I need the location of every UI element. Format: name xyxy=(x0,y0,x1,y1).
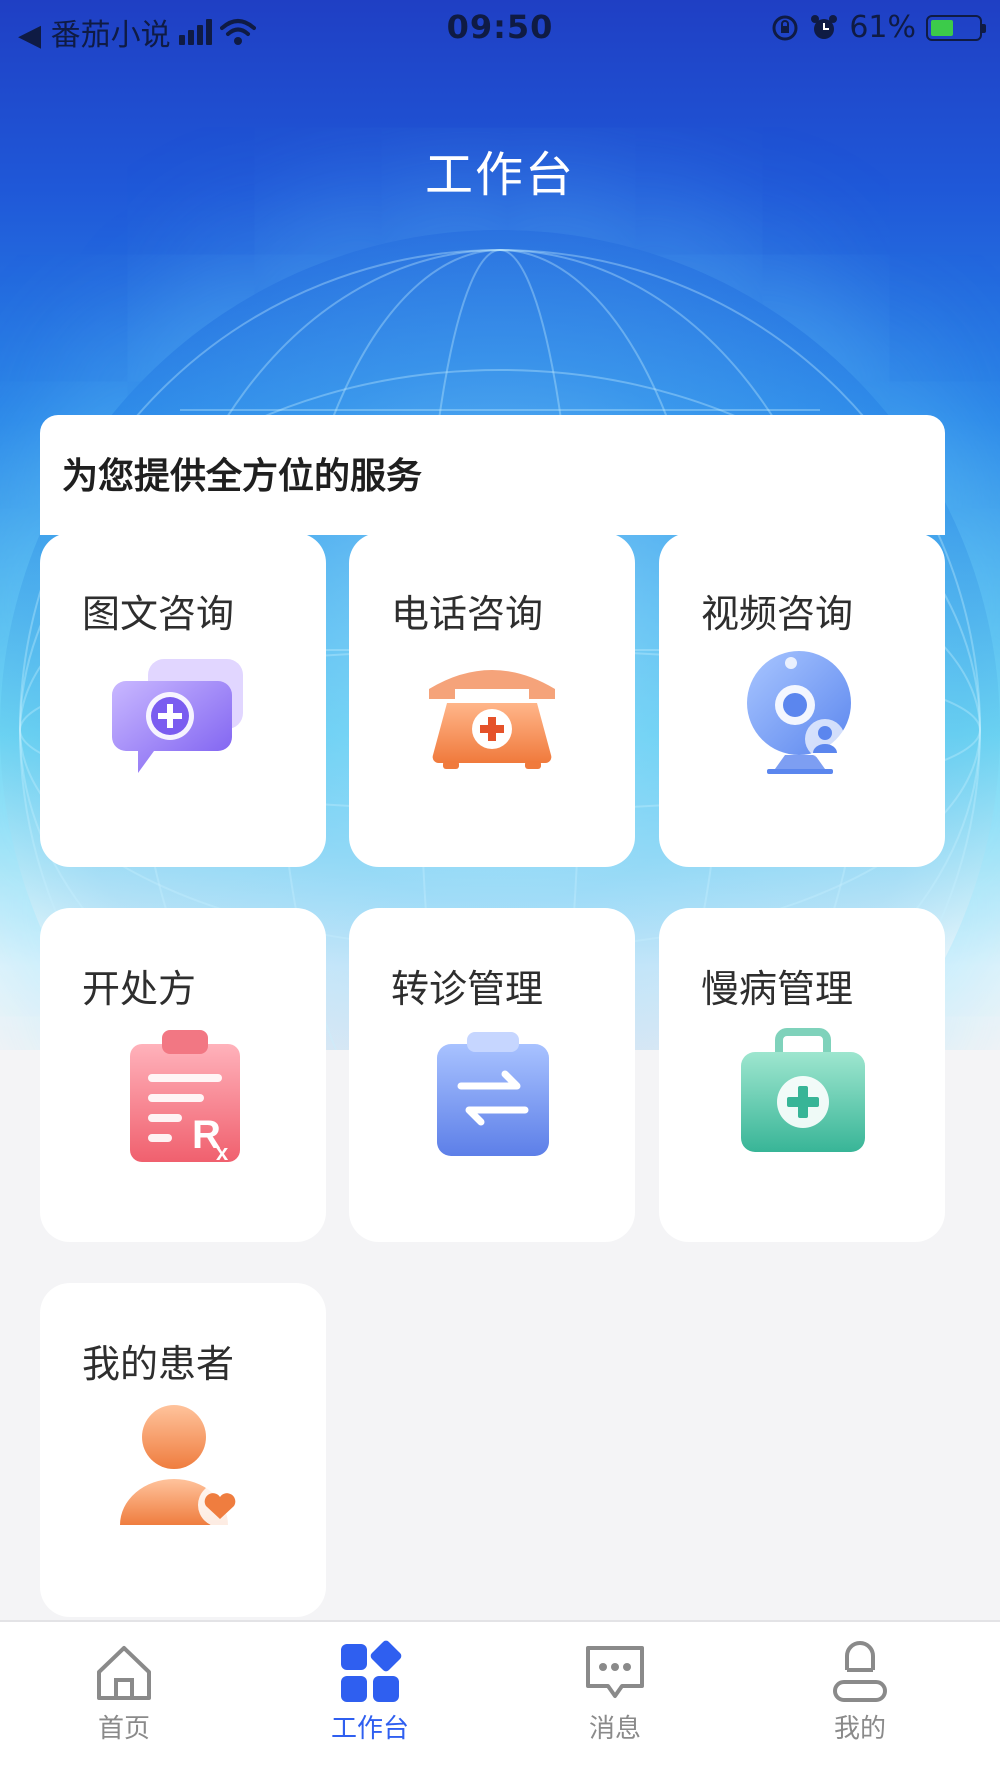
service-subtitle: 为您提供全方位的服务 xyxy=(62,456,423,497)
tab-home[interactable]: 首页 xyxy=(54,1640,194,1750)
tile-video-consult[interactable]: 视频咨询 xyxy=(659,533,945,867)
telephone-icon xyxy=(429,670,555,769)
tile-label: 视频咨询 xyxy=(701,592,854,636)
orientation-lock-icon xyxy=(772,15,798,40)
profile-icon xyxy=(833,1641,887,1702)
workbench-icon xyxy=(341,1640,402,1702)
bottom-tab-bar: 首页 工作台 消息 我的 xyxy=(0,1620,1000,1778)
alarm-icon xyxy=(811,14,838,39)
status-bar: ◀ 番茄小说 09:50 61% xyxy=(0,0,1000,60)
patient-heart-icon xyxy=(120,1405,242,1527)
tile-chronic-disease[interactable]: 慢病管理 xyxy=(659,908,945,1242)
prescription-icon: R x xyxy=(130,1030,240,1165)
tab-workbench[interactable]: 工作台 xyxy=(300,1640,440,1750)
home-icon xyxy=(97,1646,151,1700)
tile-label: 转诊管理 xyxy=(391,967,544,1011)
tab-messages[interactable]: 消息 xyxy=(545,1640,685,1750)
tab-profile[interactable]: 我的 xyxy=(790,1640,930,1750)
tile-label: 慢病管理 xyxy=(701,967,854,1011)
tab-label: 消息 xyxy=(588,1714,641,1744)
tab-label: 我的 xyxy=(833,1714,886,1744)
tile-label: 电话咨询 xyxy=(391,592,544,636)
tile-prescription[interactable]: 开处方 R x xyxy=(40,908,326,1242)
message-icon xyxy=(586,1646,644,1698)
svg-text:x: x xyxy=(216,1140,229,1165)
tile-my-patients[interactable]: 我的患者 xyxy=(40,1283,326,1617)
tile-phone-consult[interactable]: 电话咨询 xyxy=(349,533,635,867)
tab-label: 工作台 xyxy=(330,1714,409,1744)
tile-referral[interactable]: 转诊管理 xyxy=(349,908,635,1242)
service-panel: 为您提供全方位的服务 xyxy=(40,415,945,535)
tab-label: 首页 xyxy=(97,1714,150,1744)
tile-text-consult[interactable]: 图文咨询 xyxy=(40,533,326,867)
webcam-icon xyxy=(747,651,851,774)
medical-kit-icon xyxy=(741,1028,865,1152)
tile-label: 我的患者 xyxy=(82,1342,235,1386)
battery-percent: 61% xyxy=(849,10,916,45)
tile-label: 开处方 xyxy=(82,967,197,1011)
tile-label: 图文咨询 xyxy=(82,592,235,636)
chat-plus-icon xyxy=(112,659,243,773)
battery-icon xyxy=(926,14,986,41)
transfer-clipboard-icon xyxy=(437,1032,549,1156)
status-right: 61% xyxy=(771,10,986,45)
page-title: 工作台 xyxy=(424,147,575,203)
